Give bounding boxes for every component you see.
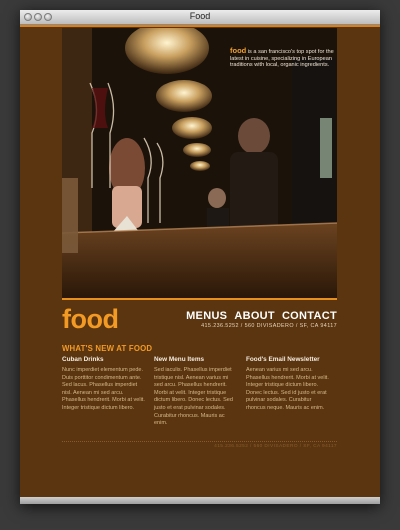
- news-column-new-menu-items: New Menu Items Sed iaculis. Phasellus im…: [154, 356, 238, 428]
- header-address: 415.236.5252 / 560 DIVISADERO / SF, CA 9…: [201, 323, 337, 329]
- hero-tagline-text: is a san francisco's top spot for the la…: [230, 49, 334, 69]
- section-title: WHAT'S NEW AT FOOD: [62, 344, 153, 353]
- footer-divider: [62, 441, 337, 442]
- column-title[interactable]: Food's Email Newsletter: [246, 356, 330, 363]
- hero-divider: [62, 298, 337, 300]
- top-accent-strip: [20, 25, 380, 27]
- nav-contact-link[interactable]: CONTACT: [282, 310, 337, 322]
- column-title[interactable]: Cuban Drinks: [62, 356, 146, 363]
- footer-address: 415.236.5252 / 560 DIVISADERO / SF, CA 9…: [214, 444, 337, 449]
- nav-about-link[interactable]: ABOUT: [234, 310, 275, 322]
- main-nav: MENUS ABOUT CONTACT: [186, 310, 337, 322]
- title-bar[interactable]: Food: [20, 10, 380, 25]
- window-bottom-bar: [20, 497, 380, 504]
- column-body: Nunc imperdiet elementum pede. Duis port…: [62, 367, 145, 411]
- nav-menus-link[interactable]: MENUS: [186, 310, 227, 322]
- hero-photo: food is a san francisco's top spot for t…: [62, 28, 337, 298]
- hero-tagline: food is a san francisco's top spot for t…: [230, 46, 334, 69]
- hero-brand: food: [230, 46, 247, 55]
- site-logo[interactable]: food: [62, 304, 119, 335]
- column-body: Aenean varius mi sed arcu. Phasellus hen…: [246, 367, 329, 411]
- browser-window: Food food is a san francisco's top spot …: [20, 10, 380, 504]
- column-title[interactable]: New Menu Items: [154, 356, 238, 363]
- news-column-email-newsletter: Food's Email Newsletter Aenean varius mi…: [246, 356, 330, 413]
- window-title: Food: [189, 11, 211, 21]
- column-body: Sed iaculis. Phasellus imperdiet tristiq…: [154, 367, 233, 427]
- news-column-cuban-drinks: Cuban Drinks Nunc imperdiet elementum pe…: [62, 356, 146, 413]
